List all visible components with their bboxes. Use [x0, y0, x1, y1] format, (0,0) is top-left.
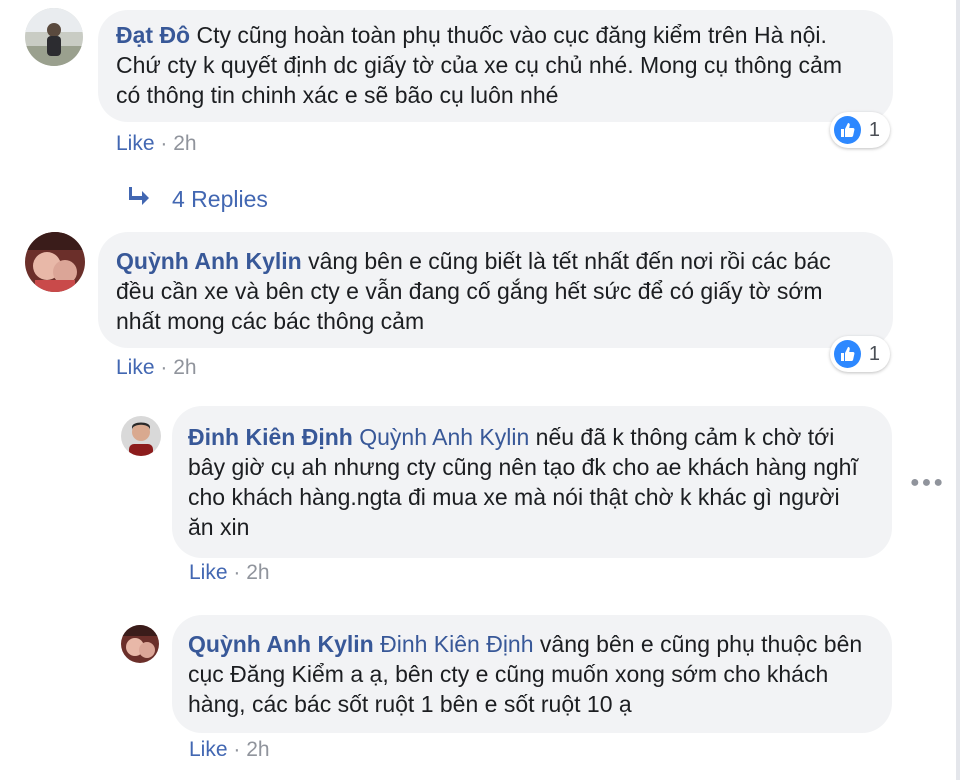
- comment-text: Cty cũng hoàn toàn phụ thuốc vào cục đăn…: [116, 22, 842, 108]
- mention-link[interactable]: Đinh Kiên Định: [380, 631, 533, 657]
- avatar[interactable]: [121, 625, 159, 663]
- like-reaction-icon: [834, 340, 861, 368]
- comment-meta: Like · 2h: [189, 738, 270, 762]
- comment-time[interactable]: 2h: [173, 356, 196, 379]
- comment-author[interactable]: Đinh Kiên Định: [188, 424, 353, 450]
- reaction-count: 1: [868, 342, 880, 365]
- more-options-icon[interactable]: ●●●: [910, 474, 945, 492]
- comment-author[interactable]: Quỳnh Anh Kylin: [188, 631, 374, 657]
- reaction-count-badge[interactable]: 1: [830, 112, 890, 148]
- like-link[interactable]: Like: [116, 132, 155, 155]
- avatar[interactable]: [25, 232, 85, 292]
- like-link[interactable]: Like: [116, 356, 155, 379]
- comment-time[interactable]: 2h: [173, 132, 196, 155]
- reply-arrow-icon: [128, 186, 150, 213]
- frame-border: [956, 0, 960, 780]
- avatar[interactable]: [25, 8, 83, 66]
- mention-link[interactable]: Quỳnh Anh Kylin: [359, 424, 529, 450]
- meta-separator: ·: [227, 561, 247, 584]
- reply-bubble: Quỳnh Anh Kylin Đinh Kiên Định vâng bên …: [172, 615, 892, 733]
- comment-author[interactable]: Đạt Đô: [116, 22, 190, 48]
- reaction-count: 1: [868, 118, 880, 141]
- like-link[interactable]: Like: [189, 738, 228, 761]
- comment-time[interactable]: 2h: [246, 561, 269, 584]
- like-link[interactable]: Like: [189, 561, 228, 584]
- comment-meta: Like · 2h: [116, 132, 197, 156]
- avatar[interactable]: [121, 416, 161, 456]
- meta-separator: ·: [154, 356, 174, 379]
- meta-separator: ·: [227, 738, 247, 761]
- comment-time[interactable]: 2h: [246, 738, 269, 761]
- comment-meta: Like · 2h: [116, 356, 197, 380]
- view-replies-link[interactable]: 4 Replies: [128, 186, 268, 213]
- meta-separator: ·: [154, 132, 174, 155]
- comment-bubble: Đạt Đô Cty cũng hoàn toàn phụ thuốc vào …: [98, 10, 893, 122]
- comment-author[interactable]: Quỳnh Anh Kylin: [116, 248, 302, 274]
- reaction-count-badge[interactable]: 1: [830, 336, 890, 372]
- comment-bubble: Quỳnh Anh Kylin vâng bên e cũng biết là …: [98, 232, 893, 348]
- like-reaction-icon: [834, 116, 861, 144]
- replies-label[interactable]: 4 Replies: [172, 186, 268, 213]
- reply-bubble: Đinh Kiên Định Quỳnh Anh Kylin nếu đã k …: [172, 406, 892, 558]
- comment-meta: Like · 2h: [189, 561, 270, 585]
